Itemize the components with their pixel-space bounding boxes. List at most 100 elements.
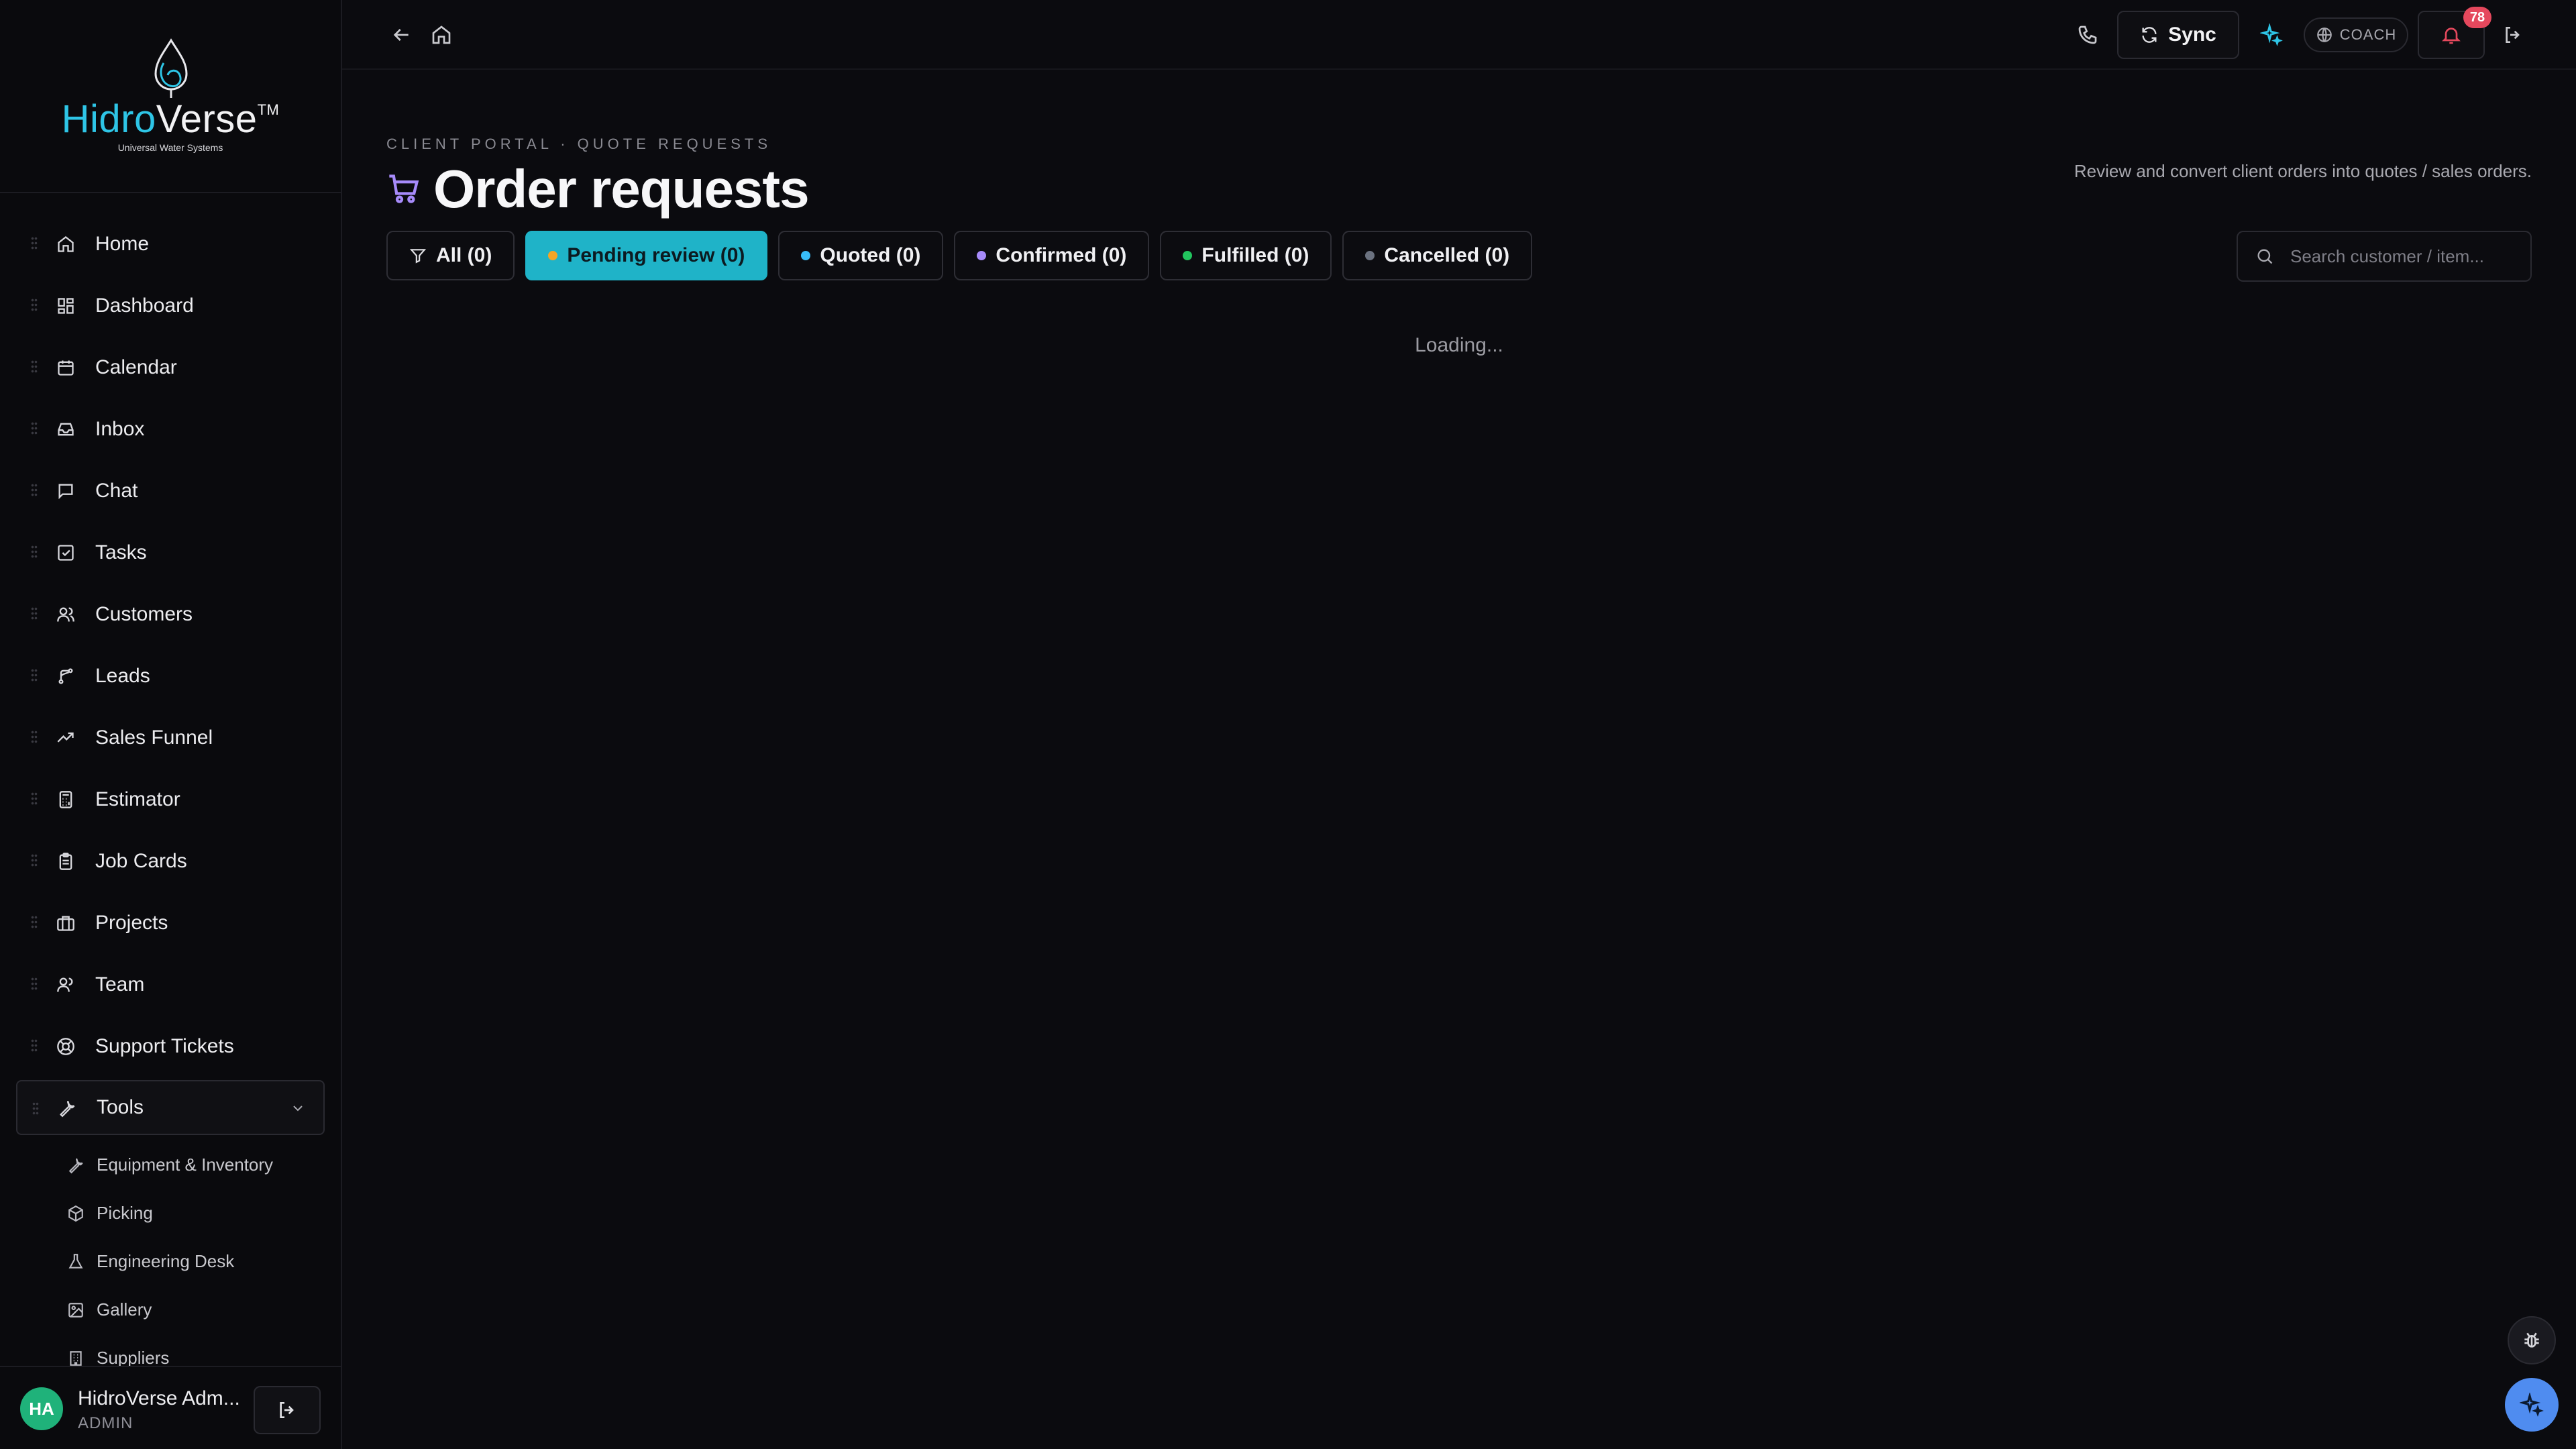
drag-handle-icon[interactable] [31, 1038, 38, 1053]
chevron-down-icon[interactable] [290, 1100, 306, 1116]
bug-report-button[interactable] [2508, 1316, 2556, 1364]
coach-button[interactable]: COACH [2304, 17, 2408, 52]
wrench-icon [67, 1157, 85, 1174]
sidebar-item-projects[interactable]: Projects [0, 892, 341, 954]
submenu-item-label: Engineering Desk [97, 1250, 235, 1271]
sidebar-item-chat[interactable]: Chat [0, 460, 341, 522]
breadcrumb: CLIENT PORTAL · QUOTE REQUESTS [386, 136, 772, 152]
lifebuoy-icon [56, 1037, 75, 1056]
drag-handle-icon[interactable] [31, 421, 38, 436]
sync-label: Sync [2168, 23, 2216, 46]
sync-button[interactable]: Sync [2117, 11, 2239, 59]
logout-icon[interactable] [2501, 23, 2525, 47]
avatar[interactable]: HA [20, 1387, 63, 1430]
notification-count-badge: 78 [2463, 7, 2491, 28]
customers-icon [56, 605, 75, 624]
clipboard-icon [56, 852, 75, 871]
search-input[interactable] [2290, 232, 2530, 280]
drag-handle-icon[interactable] [31, 236, 38, 251]
sidebar-logout-button[interactable] [254, 1386, 321, 1434]
phone-icon[interactable] [2076, 23, 2100, 47]
filter-fulfilled[interactable]: Fulfilled (0) [1160, 231, 1332, 280]
submenu-item-equipment-inventory[interactable]: Equipment & Inventory [0, 1140, 341, 1189]
sidebar-item-job-cards[interactable]: Job Cards [0, 830, 341, 892]
home-icon[interactable] [429, 23, 453, 47]
search-icon [2257, 249, 2273, 264]
filter-label: All (0) [436, 244, 492, 266]
drag-handle-icon[interactable] [31, 915, 38, 930]
submenu-item-picking[interactable]: Picking [0, 1189, 341, 1237]
chat-icon [56, 482, 75, 500]
sidebar-item-label: Job Cards [95, 850, 187, 872]
drag-handle-icon[interactable] [31, 545, 38, 559]
sidebar-item-customers[interactable]: Customers [0, 584, 341, 645]
submenu-item-label: Gallery [97, 1299, 152, 1320]
drag-handle-icon[interactable] [31, 668, 38, 683]
status-dot [1365, 251, 1375, 260]
notifications-button[interactable]: 78 [2418, 7, 2491, 59]
submenu-item-label: Equipment & Inventory [97, 1154, 274, 1175]
sidebar-item-home[interactable]: Home [0, 213, 341, 275]
status-dot [1183, 251, 1193, 260]
filter-cancelled[interactable]: Cancelled (0) [1342, 231, 1533, 280]
filter-icon [409, 249, 427, 264]
user-name: HidroVerse Adm... [78, 1387, 240, 1409]
submenu-item-gallery[interactable]: Gallery [0, 1285, 341, 1334]
filter-quoted[interactable]: Quoted (0) [778, 231, 944, 280]
sidebar-item-team[interactable]: Team [0, 954, 341, 1016]
sparkle-ai-icon[interactable] [2259, 23, 2284, 47]
drag-handle-icon[interactable] [31, 483, 38, 498]
user-profile: HA HidroVerse Adm... ADMIN [0, 1366, 341, 1449]
sidebar-item-label: Chat [95, 480, 138, 502]
drag-handle-icon[interactable] [31, 730, 38, 745]
filter-confirmed[interactable]: Confirmed (0) [954, 231, 1150, 280]
dashboard-icon [56, 297, 75, 315]
brand-tagline: Universal Water Systems [117, 142, 223, 153]
submenu-item-label: Picking [97, 1202, 153, 1223]
package-icon [67, 1205, 85, 1222]
briefcase-icon [56, 914, 75, 932]
brand-trademark: TM [257, 101, 280, 118]
sidebar-item-support-tickets[interactable]: Support Tickets [0, 1016, 341, 1077]
status-filter-bar: All (0) Pending review (0) Quoted (0) Co… [386, 231, 1533, 280]
bug-icon [2524, 1332, 2539, 1348]
sidebar-item-sales-funnel[interactable]: Sales Funnel [0, 707, 341, 769]
filter-label: Pending review (0) [567, 244, 745, 266]
brand-name-part1: Hidro [61, 97, 156, 141]
status-dot [977, 251, 987, 260]
sidebar-item-label: Customers [95, 603, 193, 625]
sidebar-item-tasks[interactable]: Tasks [0, 522, 341, 584]
status-dot [548, 251, 558, 260]
filter-label: Quoted (0) [820, 244, 921, 266]
drag-handle-icon[interactable] [31, 977, 38, 991]
submenu-item-engineering-desk[interactable]: Engineering Desk [0, 1237, 341, 1285]
drag-handle-icon[interactable] [31, 298, 38, 313]
drag-handle-icon[interactable] [31, 792, 38, 806]
brand-logo[interactable]: HidroVerseTM Universal Water Systems [0, 0, 341, 193]
sidebar-item-inbox[interactable]: Inbox [0, 398, 341, 460]
sidebar-item-calendar[interactable]: Calendar [0, 337, 341, 398]
drag-handle-icon[interactable] [31, 360, 38, 374]
drag-handle-icon[interactable] [31, 853, 38, 868]
filter-all[interactable]: All (0) [386, 231, 515, 280]
app-root: HidroVerseTM Universal Water Systems Hom… [0, 0, 2576, 1449]
sidebar-item-estimator[interactable]: Estimator [0, 769, 341, 830]
brand-name-part2: Verse [156, 97, 258, 141]
filter-label: Cancelled (0) [1384, 244, 1510, 266]
sidebar-item-tools[interactable]: Tools [16, 1080, 325, 1135]
submenu-item-label: Suppliers [97, 1347, 170, 1368]
back-arrow-icon[interactable] [389, 23, 413, 47]
filter-pending-review[interactable]: Pending review (0) [525, 231, 768, 280]
ai-assistant-button[interactable] [2505, 1378, 2559, 1432]
sidebar-item-label: Calendar [95, 356, 177, 378]
filter-label: Confirmed (0) [996, 244, 1127, 266]
page-title-row: Order requests [386, 156, 810, 223]
user-role: ADMIN [78, 1414, 133, 1432]
sidebar-item-leads[interactable]: Leads [0, 645, 341, 707]
drag-handle-icon[interactable] [32, 1102, 39, 1116]
sidebar-item-label: Leads [95, 665, 150, 687]
building-icon [67, 1350, 85, 1367]
sidebar-item-dashboard[interactable]: Dashboard [0, 275, 341, 337]
drag-handle-icon[interactable] [31, 606, 38, 621]
logout-icon [280, 1402, 294, 1418]
